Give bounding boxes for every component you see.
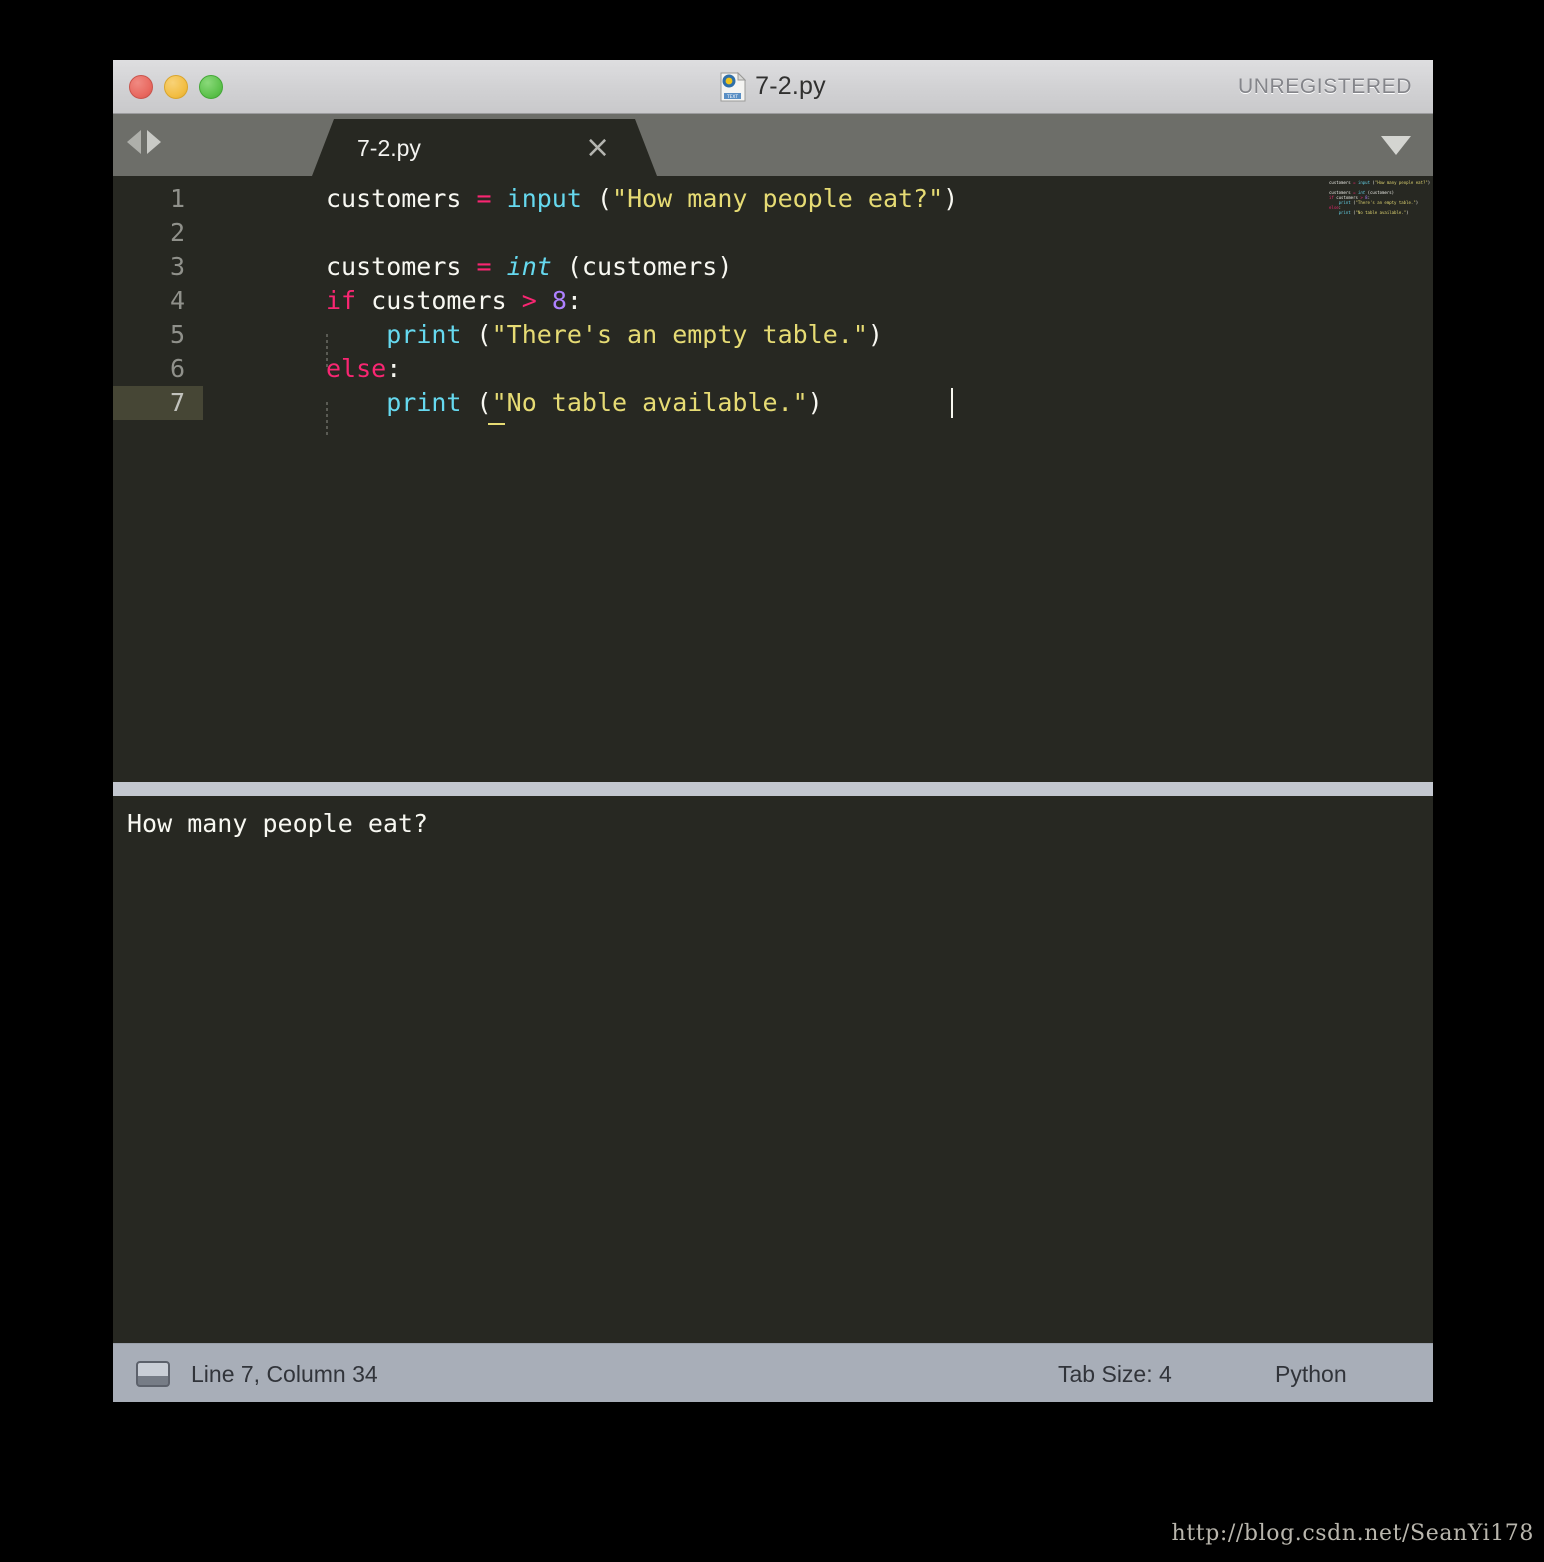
code-token: print (386, 388, 462, 417)
indent-guide (326, 402, 328, 436)
line-number-gutter: 1 2 3 4 5 6 7 (113, 176, 203, 782)
text-cursor (951, 388, 953, 418)
tab-bar: 7-2.py × (113, 114, 1433, 176)
code-token: input (506, 184, 582, 213)
minimap-token (1329, 210, 1339, 215)
code-token: customers (356, 286, 522, 315)
code-token: int (506, 252, 552, 281)
tab-size-label[interactable]: Tab Size: 4 (1058, 1361, 1172, 1388)
code-line: print ("No table available.") (326, 386, 823, 420)
code-line: if customers > 8: (326, 284, 582, 318)
sublime-text-window: TEXT 7-2.py UNREGISTERED 7-2.py × 1 2 3 4 5 6… (113, 60, 1433, 1402)
status-bar: Line 7, Column 34 Tab Size: 4 Python (113, 1343, 1433, 1402)
minimap-token: input (1357, 180, 1370, 185)
close-window-button[interactable] (129, 74, 153, 99)
code-editor[interactable]: 1234567 customers = input ("How many peo… (113, 176, 1433, 782)
close-icon[interactable]: × (585, 133, 610, 163)
code-token: > (521, 286, 537, 315)
license-status-label: UNREGISTERED (1237, 74, 1412, 98)
code-token: = (476, 252, 492, 281)
code-token: ) (943, 184, 959, 213)
minimap-token: print (1338, 210, 1351, 215)
tab-7-2-py[interactable]: 7-2.py × (312, 119, 657, 176)
code-token: print (386, 320, 462, 349)
line-number: 4 (169, 286, 185, 315)
code-line: print ("There's an empty table.") (326, 318, 883, 352)
window-title-group: TEXT 7-2.py (113, 71, 1433, 102)
output-console[interactable]: How many people eat? (113, 796, 1433, 1343)
window-titlebar: TEXT 7-2.py UNREGISTERED (113, 60, 1433, 114)
code-token: : (386, 354, 402, 383)
minimap-token: "How many people eat?" (1374, 180, 1428, 185)
code-line: else: (326, 352, 401, 386)
code-token: if (326, 286, 357, 315)
code-token: "There's an empty table." (491, 320, 868, 349)
minimap-token: customers (1329, 180, 1354, 185)
minimize-window-button[interactable] (164, 74, 188, 99)
code-token: = (476, 184, 492, 213)
code-token: ) (807, 388, 823, 417)
line-number: 6 (169, 354, 185, 383)
line-number: 5 (169, 320, 185, 349)
code-minimap[interactable]: customers = input ("How many people eat?… (1329, 180, 1431, 230)
minimap-token: ) (1427, 180, 1431, 185)
line-number: 2 (169, 218, 185, 247)
code-token: customers (326, 184, 477, 213)
line-number: 3 (169, 252, 185, 281)
minimap-line: print ("No table available.") (1329, 210, 1427, 215)
code-line: customers = int (customers) (326, 250, 732, 284)
minimap-token: ) (1406, 210, 1409, 215)
minimap-line: print ("There's an empty table.") (1329, 200, 1427, 205)
code-token: ( (461, 388, 492, 417)
language-label[interactable]: Python (1275, 1361, 1347, 1388)
code-token: else (326, 354, 387, 383)
line-number: 1 (169, 184, 185, 213)
indent-guide (326, 334, 328, 368)
code-token: "No table available." (491, 388, 808, 417)
editor-console-splitter[interactable] (113, 782, 1433, 796)
matching-paren-underline (488, 423, 505, 425)
zoom-window-button[interactable] (199, 74, 223, 99)
window-title-text: 7-2.py (755, 72, 826, 100)
code-token: "How many people eat?" (612, 184, 944, 213)
line-number: 7 (113, 386, 203, 420)
code-token: ) (867, 320, 883, 349)
code-token: ( (581, 184, 613, 213)
tab-label: 7-2.py (357, 135, 421, 161)
window-controls (129, 74, 223, 99)
minimap-token: "No table available." (1355, 210, 1407, 215)
python-document-icon: TEXT (720, 71, 747, 102)
arrow-right-icon[interactable] (147, 130, 161, 154)
code-line: customers = input ("How many people eat?… (326, 182, 958, 216)
minimap-token: ) (1415, 200, 1419, 205)
tab-nav-arrows (127, 130, 161, 154)
code-token: 8 (551, 286, 567, 315)
code-token: ( (461, 320, 492, 349)
cursor-position-label[interactable]: Line 7, Column 34 (191, 1361, 378, 1388)
minimap-token: "There's an empty table." (1355, 200, 1416, 205)
minimap-line: customers = input ("How many people eat?… (1329, 180, 1431, 185)
code-token: customers (326, 252, 477, 281)
code-token: : (566, 286, 582, 315)
arrow-left-icon[interactable] (127, 130, 141, 154)
console-panel-icon[interactable] (136, 1361, 170, 1387)
console-output-line: How many people eat? (127, 809, 429, 838)
watermark-text: http://blog.csdn.net/SeanYi178 (1171, 1521, 1534, 1546)
chevron-down-icon[interactable] (1381, 136, 1411, 155)
code-token: (customers) (551, 252, 733, 281)
svg-text:TEXT: TEXT (726, 94, 738, 100)
